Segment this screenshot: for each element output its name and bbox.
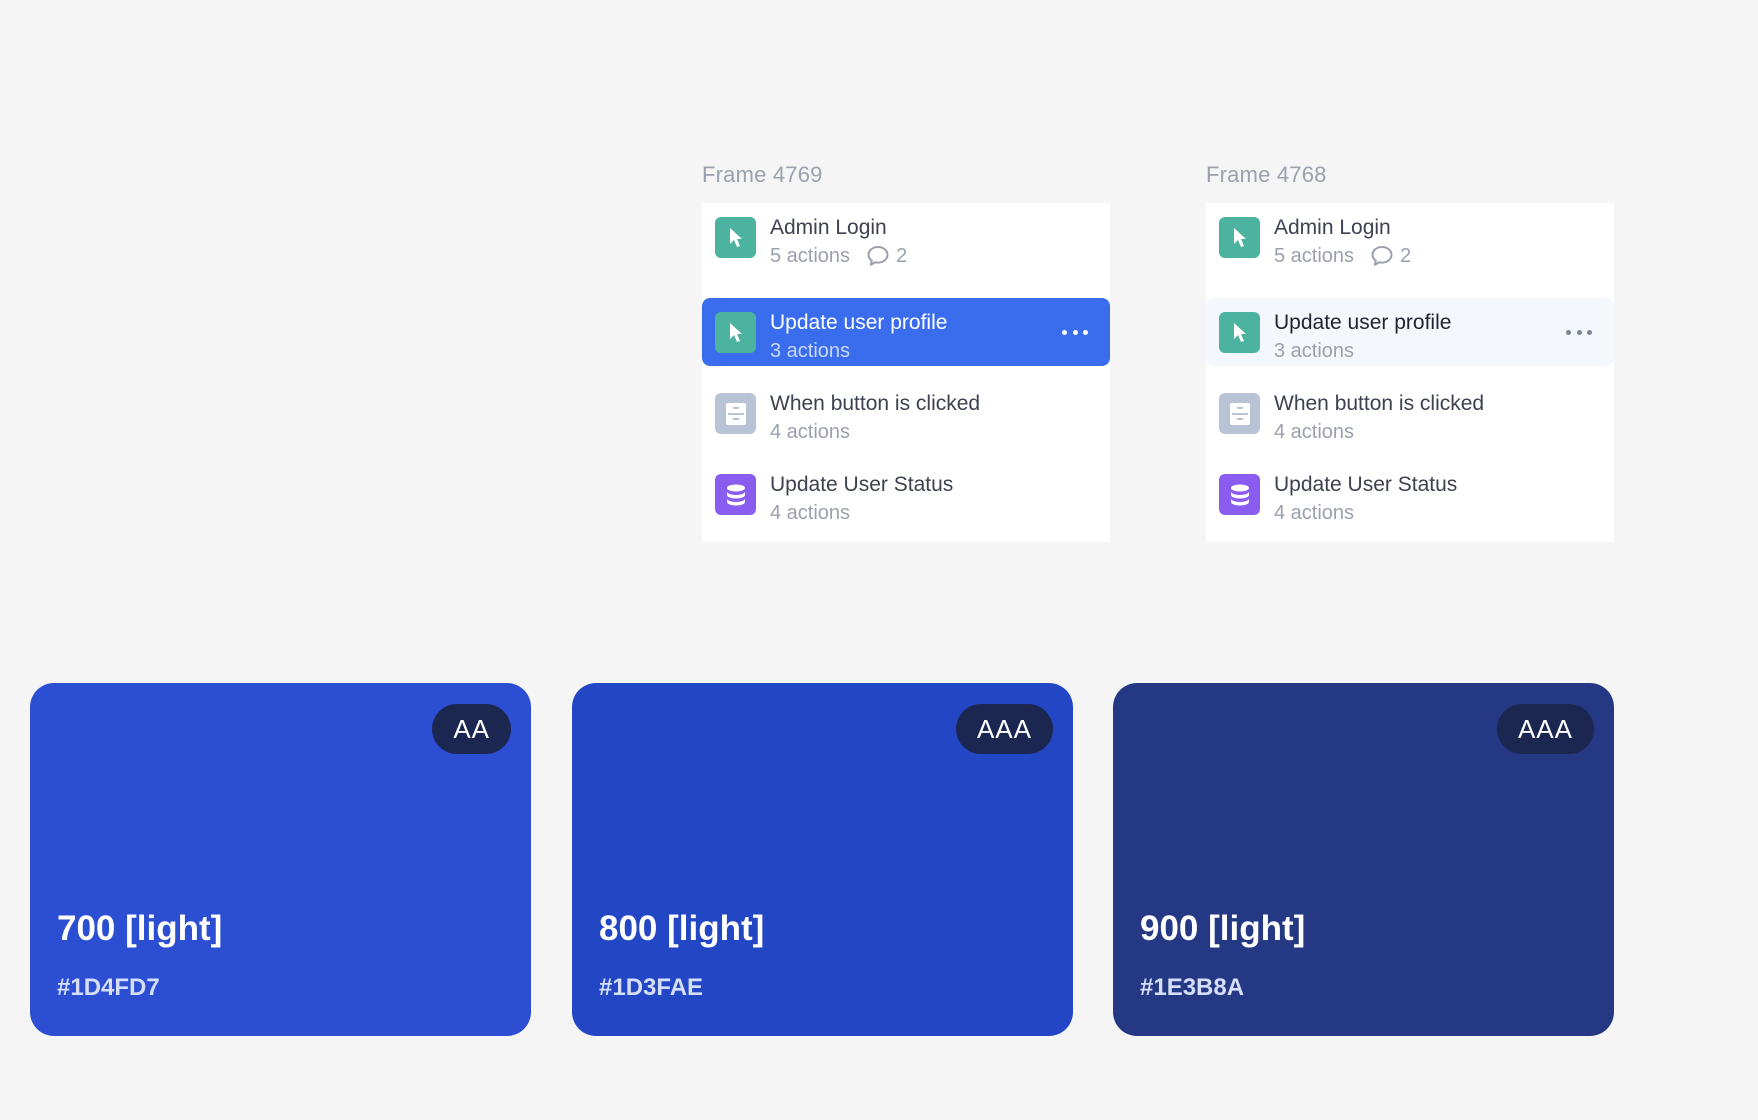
- item-title: Update User Status: [1274, 473, 1458, 496]
- cursor-icon: [715, 312, 756, 353]
- item-title: Admin Login: [770, 216, 887, 239]
- contrast-badge: AA: [432, 704, 511, 754]
- swatch-hex: #1D4FD7: [57, 974, 160, 1001]
- item-subtitle: 4 actions: [770, 502, 851, 524]
- cursor-icon: [1219, 312, 1260, 353]
- comment-count[interactable]: 2: [866, 244, 907, 268]
- color-swatch-700: AA 700 [light] #1D4FD7: [30, 683, 531, 1036]
- item-subtitle: 5 actions 2: [770, 244, 907, 268]
- item-subtitle: 4 actions: [770, 421, 851, 443]
- form-icon: [1219, 393, 1260, 434]
- swatch-name: 900 [light]: [1140, 909, 1306, 948]
- list-item-admin-login[interactable]: Admin Login 5 actions 2: [1206, 203, 1614, 271]
- item-title: Update User Status: [770, 473, 954, 496]
- swatch-hex: #1D3FAE: [599, 974, 704, 1001]
- more-options-icon[interactable]: [1062, 320, 1088, 344]
- swatch-name: 700 [light]: [57, 909, 223, 948]
- frame-4769-list: Admin Login 5 actions 2 Update user prof…: [702, 203, 1110, 542]
- swatch-name: 800 [light]: [599, 909, 765, 948]
- list-item-admin-login[interactable]: Admin Login 5 actions 2: [702, 203, 1110, 271]
- cursor-icon: [1219, 217, 1260, 258]
- item-subtitle: 3 actions: [1274, 340, 1355, 362]
- item-title: Update user profile: [770, 311, 948, 334]
- list-item-update-user-status[interactable]: Update User Status 4 actions: [702, 460, 1110, 528]
- contrast-badge: AAA: [955, 704, 1053, 754]
- database-icon: [1219, 474, 1260, 515]
- action-count: 5 actions: [1274, 245, 1355, 267]
- item-title: When button is clicked: [1274, 392, 1485, 415]
- frame-4768-list: Admin Login 5 actions 2 Update user prof…: [1206, 203, 1614, 542]
- action-count: 5 actions: [770, 245, 851, 267]
- swatch-hex: #1E3B8A: [1140, 974, 1245, 1001]
- list-item-update-user-profile[interactable]: Update user profile 3 actions: [702, 298, 1110, 366]
- item-title: Admin Login: [1274, 216, 1391, 239]
- comment-icon: [1371, 246, 1393, 266]
- color-swatch-900: AAA 900 [light] #1E3B8A: [1113, 683, 1614, 1036]
- item-subtitle: 3 actions: [770, 340, 851, 362]
- comment-icon: [867, 246, 889, 266]
- frame-title: Frame 4769: [702, 162, 823, 187]
- more-options-icon[interactable]: [1566, 320, 1592, 344]
- color-swatch-800: AAA 800 [light] #1D3FAE: [572, 683, 1073, 1036]
- item-title: When button is clicked: [770, 392, 981, 415]
- list-item-update-user-status[interactable]: Update User Status 4 actions: [1206, 460, 1614, 528]
- form-icon: [715, 393, 756, 434]
- database-icon: [715, 474, 756, 515]
- item-subtitle: 4 actions: [1274, 502, 1355, 524]
- list-item-update-user-profile[interactable]: Update user profile 3 actions: [1206, 298, 1614, 366]
- cursor-icon: [715, 217, 756, 258]
- item-subtitle: 5 actions 2: [1274, 244, 1411, 268]
- contrast-badge: AAA: [1496, 704, 1594, 754]
- frame-title: Frame 4768: [1206, 162, 1327, 187]
- item-title: Update user profile: [1274, 311, 1452, 334]
- list-item-when-button-is-clicked[interactable]: When button is clicked 4 actions: [702, 379, 1110, 447]
- comment-count[interactable]: 2: [1370, 244, 1411, 268]
- item-subtitle: 4 actions: [1274, 421, 1355, 443]
- list-item-when-button-is-clicked[interactable]: When button is clicked 4 actions: [1206, 379, 1614, 447]
